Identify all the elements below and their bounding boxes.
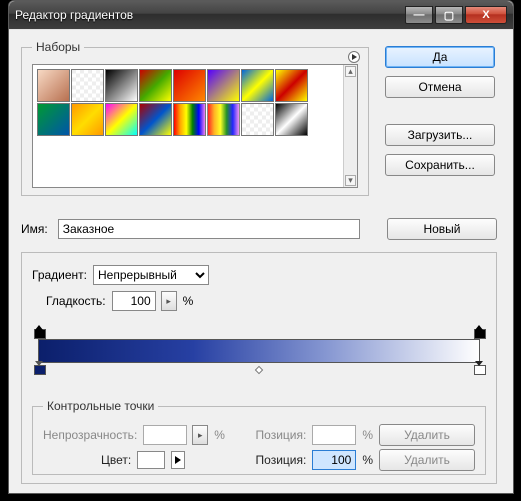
color-well[interactable] <box>137 451 165 469</box>
preset-swatch[interactable] <box>71 69 104 102</box>
smoothness-input[interactable] <box>112 291 156 311</box>
gradient-editor-window: Редактор градиентов — ▢ X Наборы <box>8 0 514 494</box>
stops-legend: Контрольные точки <box>43 399 158 413</box>
preset-swatch[interactable] <box>37 69 70 102</box>
preset-swatch[interactable] <box>37 103 70 136</box>
percent-sign: % <box>362 428 373 442</box>
minimize-button[interactable]: — <box>405 6 433 24</box>
scroll-down-icon[interactable]: ▾ <box>345 175 356 186</box>
titlebar[interactable]: Редактор градиентов — ▢ X <box>9 1 513 29</box>
maximize-button[interactable]: ▢ <box>435 6 463 24</box>
opacity-stop-row: Непрозрачность: ▸ % Позиция: % Удалить <box>43 424 475 446</box>
gradient-group: Градиент: Непрерывный Гладкость: ▸ % <box>21 252 497 484</box>
close-button[interactable]: X <box>465 6 507 24</box>
opacity-position-input <box>312 425 356 445</box>
scroll-up-icon[interactable]: ▴ <box>345 66 356 77</box>
presets-box: ▴ ▾ <box>32 64 358 188</box>
presets-menu-icon[interactable] <box>348 51 360 63</box>
color-position-input[interactable] <box>312 450 356 470</box>
opacity-input <box>143 425 187 445</box>
presets-legend: Наборы <box>32 40 84 54</box>
new-button[interactable]: Новый <box>387 218 497 240</box>
color-menu-icon[interactable] <box>171 451 185 469</box>
color-stop-left[interactable] <box>34 365 44 377</box>
gradient-type-select[interactable]: Непрерывный <box>93 265 209 285</box>
preset-swatch[interactable] <box>207 69 240 102</box>
preset-swatch[interactable] <box>71 103 104 136</box>
smoothness-label: Гладкость: <box>46 294 106 308</box>
preset-swatch[interactable] <box>173 69 206 102</box>
preset-swatch[interactable] <box>173 103 206 136</box>
name-label: Имя: <box>21 222 48 236</box>
presets-scrollbar[interactable]: ▴ ▾ <box>343 65 357 187</box>
dialog-content: Наборы <box>9 29 513 493</box>
preset-swatch[interactable] <box>105 103 138 136</box>
save-button[interactable]: Сохранить... <box>385 154 495 176</box>
gradient-type-label: Градиент: <box>32 268 87 282</box>
name-input[interactable] <box>58 219 360 239</box>
preset-swatch[interactable] <box>139 69 172 102</box>
opacity-stop-right[interactable] <box>474 325 484 337</box>
preset-swatch[interactable] <box>241 69 274 102</box>
window-buttons: — ▢ X <box>405 6 507 24</box>
preset-swatch[interactable] <box>207 103 240 136</box>
opacity-label: Непрозрачность: <box>43 428 137 442</box>
preset-swatch[interactable] <box>139 103 172 136</box>
percent-sign: % <box>362 453 373 467</box>
position-label-2: Позиция: <box>256 453 307 467</box>
position-label-1: Позиция: <box>256 428 307 442</box>
percent-sign: % <box>214 428 225 442</box>
gradient-bar[interactable] <box>38 339 480 363</box>
preset-swatch[interactable] <box>275 69 308 102</box>
gradient-type-row: Градиент: Непрерывный <box>32 265 486 285</box>
cancel-button[interactable]: Отмена <box>385 76 495 98</box>
button-column: Да Отмена Загрузить... Сохранить... <box>385 46 495 176</box>
color-stop-right[interactable] <box>474 365 484 377</box>
opacity-stop-left[interactable] <box>34 325 44 337</box>
color-stop-row: Цвет: Позиция: % Удалить <box>43 449 475 471</box>
gradient-editor <box>32 325 486 379</box>
load-button[interactable]: Загрузить... <box>385 124 495 146</box>
delete-color-stop-button[interactable]: Удалить <box>379 449 475 471</box>
preset-swatch[interactable] <box>241 103 274 136</box>
preset-swatch[interactable] <box>105 69 138 102</box>
preset-swatches <box>33 65 345 140</box>
midpoint-handle[interactable] <box>255 366 263 374</box>
preset-swatch[interactable] <box>275 103 308 136</box>
smoothness-row: Гладкость: ▸ % <box>46 291 486 311</box>
opacity-stepper: ▸ <box>192 425 208 445</box>
window-title: Редактор градиентов <box>15 8 405 22</box>
stops-group: Контрольные точки Непрозрачность: ▸ % По… <box>32 399 486 475</box>
delete-opacity-stop-button: Удалить <box>379 424 475 446</box>
name-row: Имя: Новый <box>21 218 497 240</box>
ok-button[interactable]: Да <box>385 46 495 68</box>
color-label: Цвет: <box>101 453 131 467</box>
presets-group: Наборы <box>21 40 369 196</box>
smoothness-stepper[interactable]: ▸ <box>161 291 177 311</box>
percent-sign: % <box>183 294 194 308</box>
